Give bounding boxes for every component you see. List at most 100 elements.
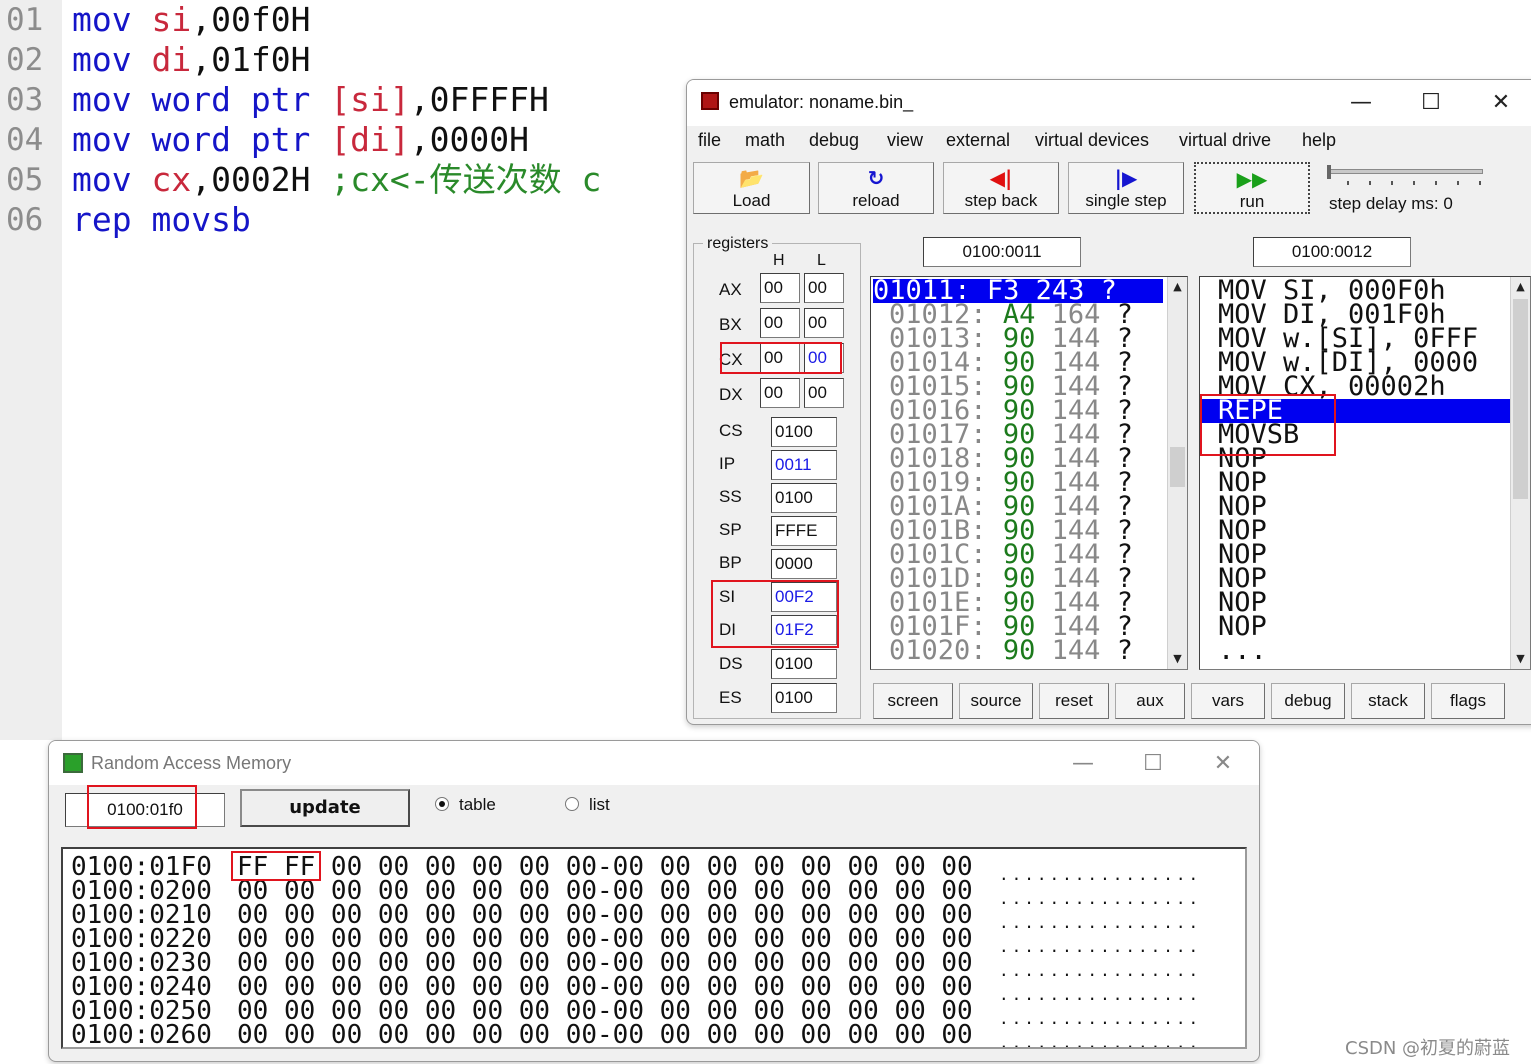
load-label: Load — [732, 191, 771, 210]
ram-titlebar[interactable]: Random Access Memory — ☐ ✕ — [49, 741, 1259, 785]
register-bp-field[interactable]: 0000 — [771, 549, 837, 579]
reset-button[interactable]: reset — [1039, 683, 1109, 719]
code-keyword: mov — [72, 0, 132, 39]
disassembly-address-input[interactable]: 0100:0012 — [1253, 237, 1411, 267]
memory-scrollbar[interactable]: ▲ ▼ — [1167, 277, 1187, 669]
scroll-up-icon[interactable]: ▲ — [1168, 277, 1187, 297]
close-button[interactable]: ✕ — [1203, 749, 1243, 779]
minimize-button[interactable]: — — [1063, 749, 1103, 779]
scroll-thumb[interactable] — [1170, 447, 1185, 487]
slider-track — [1329, 169, 1483, 174]
slider-tick — [1369, 181, 1371, 185]
si-di-highlight-box — [711, 580, 839, 648]
disassembly-scrollbar[interactable]: ▲ ▼ — [1510, 277, 1530, 669]
address-highlight-box — [87, 785, 197, 829]
step-delay-slider[interactable] — [1327, 163, 1487, 193]
slider-tick — [1435, 181, 1437, 185]
scroll-thumb[interactable] — [1513, 299, 1528, 499]
step-back-icon: ◀| — [989, 166, 1013, 190]
menu-help[interactable]: help — [1302, 130, 1336, 151]
scroll-up-icon[interactable]: ▲ — [1511, 277, 1530, 297]
code-line: mov cx,0002H ;cx<-传送次数 c — [72, 160, 601, 200]
line-number-gutter: 01 02 03 04 05 06 — [0, 0, 62, 740]
slider-tick — [1413, 181, 1415, 185]
register-label-dx: DX — [719, 385, 743, 404]
register-dh-field[interactable]: 00 — [760, 378, 800, 408]
menu-view[interactable]: view — [887, 130, 923, 151]
aux-button[interactable]: aux — [1115, 683, 1185, 719]
code-line: mov di,01f0H — [72, 40, 310, 80]
register-ip-field[interactable]: 0011 — [771, 450, 837, 480]
memory-line[interactable]: 01020: 90 144 ? — [889, 637, 1133, 664]
code-operand: ,00f0H — [191, 0, 311, 39]
update-button[interactable]: update — [240, 789, 410, 827]
slider-thumb[interactable] — [1327, 165, 1331, 179]
screen-button[interactable]: screen — [873, 683, 953, 719]
stack-button[interactable]: stack — [1351, 683, 1425, 719]
menu-virtual-devices[interactable]: virtual devices — [1035, 130, 1149, 151]
step-delay-label: step delay ms: 0 — [1329, 194, 1453, 213]
register-label-ds: DS — [719, 654, 743, 673]
menu-virtual-drive[interactable]: virtual drive — [1179, 130, 1271, 151]
vars-button[interactable]: vars — [1191, 683, 1265, 719]
memory-address-input[interactable]: 0100:0011 — [923, 237, 1081, 267]
single-step-button[interactable]: |▶ single step — [1068, 162, 1184, 214]
memory-list[interactable]: 01011: F3 243 ? 01012: A4 164 ? 01013: 9… — [870, 276, 1188, 670]
register-ah-field[interactable]: 00 — [760, 273, 800, 303]
memory-icon — [63, 753, 83, 773]
emulator-titlebar[interactable]: emulator: noname.bin_ — ☐ ✕ — [687, 80, 1531, 126]
minimize-button[interactable]: — — [1341, 88, 1381, 118]
reload-label: reload — [852, 191, 900, 210]
register-label-bx: BX — [719, 315, 742, 334]
menu-external[interactable]: external — [946, 130, 1010, 151]
register-bh-field[interactable]: 00 — [760, 308, 800, 338]
run-icon: ▶▶ — [1236, 167, 1268, 191]
repe-movsb-highlight-box — [1200, 394, 1336, 456]
maximize-button[interactable]: ☐ — [1133, 749, 1173, 779]
ascii-column: ................ — [999, 937, 1202, 956]
slider-tick — [1479, 181, 1481, 185]
table-radio[interactable] — [435, 797, 449, 811]
register-label-ax: AX — [719, 280, 742, 299]
line-number: 02 — [6, 42, 44, 78]
source-button[interactable]: source — [959, 683, 1033, 719]
register-bl-field[interactable]: 00 — [804, 308, 844, 338]
chip-icon — [701, 92, 719, 110]
debug-button[interactable]: debug — [1271, 683, 1345, 719]
maximize-button[interactable]: ☐ — [1411, 88, 1451, 118]
load-button[interactable]: 📂 Load — [693, 162, 810, 214]
code-keyword: mov — [72, 80, 132, 119]
register-ss-field[interactable]: 0100 — [771, 483, 837, 513]
register-sp-field[interactable]: FFFE — [771, 516, 837, 546]
reload-button[interactable]: ↻ reload — [818, 162, 934, 214]
memory-dump-table[interactable]: 0100:01F0 FF FF 00 00 00 00 00 00-00 00 0… — [61, 847, 1247, 1049]
step-back-button[interactable]: ◀| step back — [943, 162, 1059, 214]
ram-window[interactable]: Random Access Memory — ☐ ✕ 0100:01f0 upd… — [48, 740, 1260, 1062]
disasm-line[interactable]: ... — [1200, 637, 1510, 664]
run-button[interactable]: ▶▶ run — [1194, 162, 1310, 214]
register-cs-field[interactable]: 0100 — [771, 417, 837, 447]
scroll-down-icon[interactable]: ▼ — [1168, 649, 1187, 669]
register-ds-field[interactable]: 0100 — [771, 649, 837, 679]
low-byte-header: L — [817, 252, 826, 269]
close-button[interactable]: ✕ — [1481, 88, 1521, 118]
mem-addr: 01020: — [889, 635, 987, 666]
ascii-column: ................ — [999, 1009, 1202, 1028]
code-keyword: mov — [72, 160, 132, 199]
menu-file[interactable]: file — [698, 130, 721, 151]
register-al-field[interactable]: 00 — [804, 273, 844, 303]
scroll-down-icon[interactable]: ▼ — [1511, 649, 1530, 669]
register-es-field[interactable]: 0100 — [771, 683, 837, 713]
line-number: 01 — [6, 2, 44, 38]
high-byte-header: H — [773, 252, 785, 269]
flags-button[interactable]: flags — [1431, 683, 1505, 719]
emulator-window[interactable]: emulator: noname.bin_ — ☐ ✕ file math de… — [686, 79, 1531, 725]
menu-debug[interactable]: debug — [809, 130, 859, 151]
menu-math[interactable]: math — [745, 130, 785, 151]
list-radio[interactable] — [565, 797, 579, 811]
register-dl-field[interactable]: 00 — [804, 378, 844, 408]
code-keyword: mov — [72, 40, 132, 79]
disassembly-list[interactable]: MOV SI, 000F0h MOV DI, 001F0h MOV w.[SI]… — [1199, 276, 1531, 670]
registers-title: registers — [703, 235, 773, 253]
